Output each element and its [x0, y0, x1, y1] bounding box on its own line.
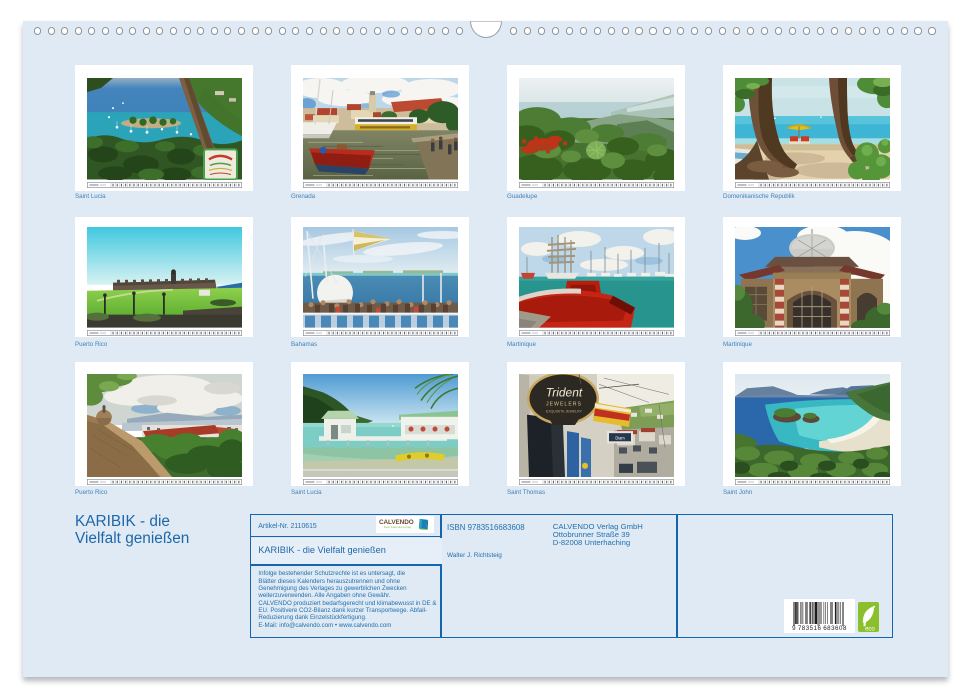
svg-text:EXQUISITE JEWELRY: EXQUISITE JEWELRY: [546, 410, 583, 414]
svg-text:eco: eco: [865, 627, 875, 633]
svg-text:Trident: Trident: [546, 385, 583, 399]
svg-text:JEWELERS: JEWELERS: [546, 401, 582, 407]
svg-text:Diam: Diam: [615, 435, 625, 440]
